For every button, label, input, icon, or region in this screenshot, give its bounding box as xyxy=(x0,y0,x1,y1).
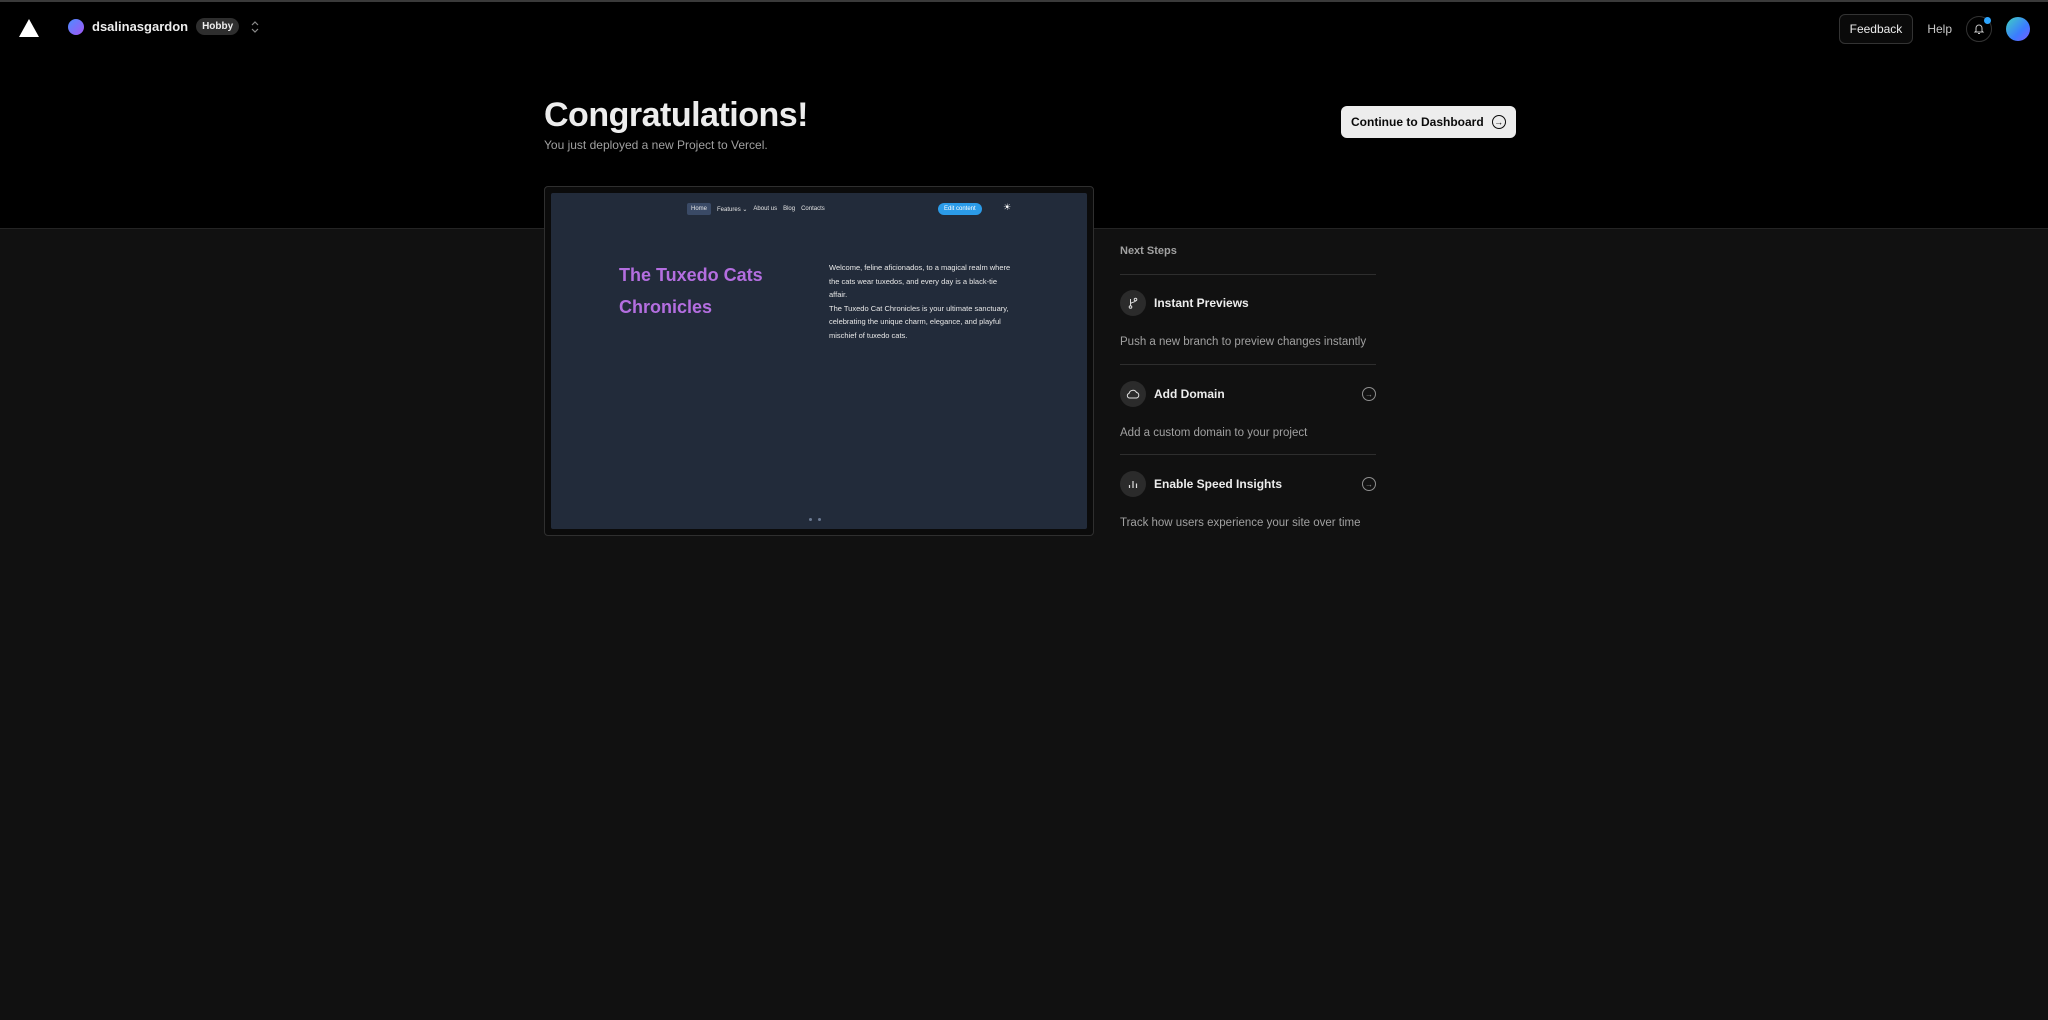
preview-text: Welcome, feline aficionados, to a magica… xyxy=(829,261,1015,342)
preview-nav-item: Features ⌄ xyxy=(717,206,748,213)
step-label: Add Domain xyxy=(1154,387,1225,401)
page-title: Congratulations! xyxy=(544,96,808,134)
step-add-domain[interactable]: Add Domain → Add a custom domain to your… xyxy=(1120,381,1376,439)
arrow-right-circle-icon: → xyxy=(1362,477,1376,491)
team-name: dsalinasgardon xyxy=(92,19,189,34)
cloud-icon xyxy=(1120,381,1146,407)
notification-dot xyxy=(1984,17,1991,24)
step-speed-insights[interactable]: Enable Speed Insights → Track how users … xyxy=(1120,471,1376,529)
preview-nav-item: Contacts xyxy=(801,206,825,212)
divider xyxy=(1120,454,1376,455)
deployment-preview[interactable]: Home Features ⌄ About us Blog Contacts E… xyxy=(544,186,1094,536)
continue-to-dashboard-button[interactable]: Continue to Dashboard → xyxy=(1341,106,1516,138)
vercel-logo-icon[interactable] xyxy=(18,18,40,38)
notifications-button[interactable] xyxy=(1966,16,1992,42)
page-subtitle: You just deployed a new Project to Verce… xyxy=(544,138,768,152)
sun-icon: ☀ xyxy=(1003,202,1012,212)
top-nav: dsalinasgardon Hobby Feedback Help xyxy=(0,2,2048,54)
help-link[interactable]: Help xyxy=(1927,22,1952,36)
divider xyxy=(1120,364,1376,365)
step-description: Push a new branch to preview changes ins… xyxy=(1120,336,1367,348)
team-avatar xyxy=(68,18,84,35)
preview-paragraph: The Tuxedo Cat Chronicles is your ultima… xyxy=(829,303,1009,340)
arrow-right-circle-icon: → xyxy=(1362,387,1376,401)
step-instant-previews[interactable]: Instant Previews Push a new branch to pr… xyxy=(1120,290,1376,348)
step-label: Instant Previews xyxy=(1154,296,1249,310)
preview-nav-item: Home xyxy=(687,203,712,215)
user-avatar[interactable] xyxy=(2006,17,2030,41)
next-steps-heading: Next Steps xyxy=(1120,245,1177,257)
arrow-right-circle-icon: → xyxy=(1491,115,1506,129)
preview-paragraph: Welcome, feline aficionados, to a magica… xyxy=(829,263,1011,299)
preview-nav: Home Features ⌄ About us Blog Contacts xyxy=(687,203,825,215)
feedback-button[interactable]: Feedback xyxy=(1838,14,1914,44)
preview-title: The Tuxedo Cats Chronicles xyxy=(619,265,763,317)
preview-nav-item: About us xyxy=(753,206,778,212)
team-switcher[interactable]: dsalinasgardon Hobby xyxy=(68,18,259,35)
preview-screenshot: Home Features ⌄ About us Blog Contacts E… xyxy=(551,193,1087,529)
chevron-up-down-icon[interactable] xyxy=(251,20,259,33)
bell-icon xyxy=(1973,24,1985,34)
continue-label: Continue to Dashboard xyxy=(1351,115,1484,129)
step-description: Track how users experience your site ove… xyxy=(1120,517,1361,529)
git-branch-icon xyxy=(1120,290,1146,316)
preview-nav-item: Blog xyxy=(783,206,796,212)
bar-chart-icon xyxy=(1120,471,1146,497)
plan-badge: Hobby xyxy=(196,18,240,35)
preview-edit-button: Edit content xyxy=(938,203,982,215)
preview-pagination xyxy=(809,518,821,521)
divider xyxy=(1120,274,1376,275)
step-label: Enable Speed Insights xyxy=(1154,477,1283,491)
nav-right: Feedback Help xyxy=(1838,14,2030,44)
step-description: Add a custom domain to your project xyxy=(1120,427,1308,439)
